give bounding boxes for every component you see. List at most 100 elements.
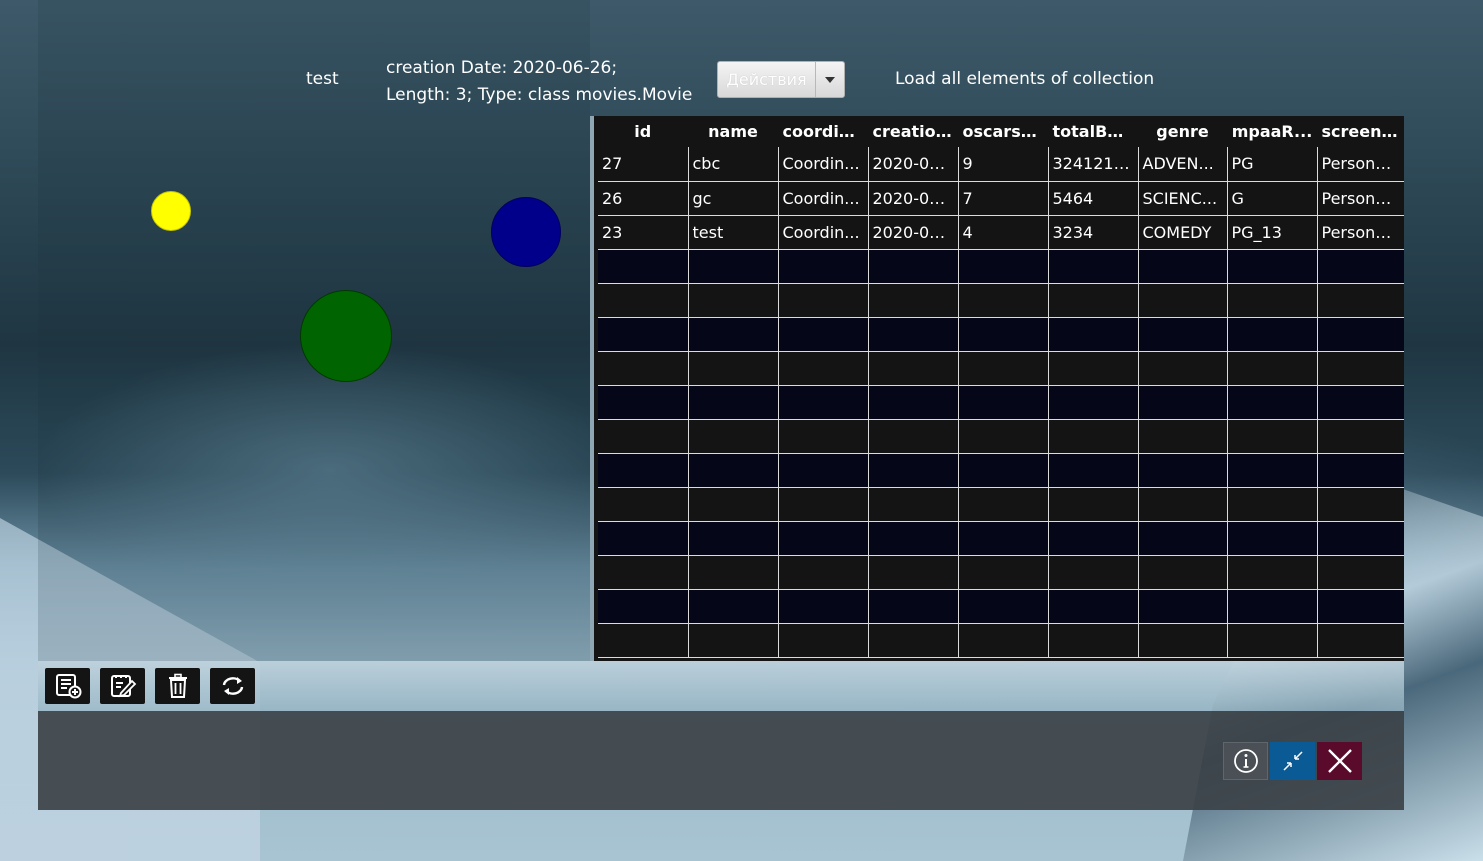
- empty-table-cell: [1138, 419, 1228, 454]
- empty-table-cell: [778, 589, 869, 624]
- close-button[interactable]: [1317, 742, 1362, 780]
- actions-dropdown[interactable]: Действия: [717, 61, 845, 98]
- empty-table-cell: [778, 623, 869, 658]
- empty-table-cell: [1227, 589, 1318, 624]
- column-header-coordinates[interactable]: coordin...: [778, 116, 869, 147]
- load-all-elements-link[interactable]: Load all elements of collection: [895, 69, 1154, 89]
- table-row[interactable]: 23 test Coordin... 2020-06... 4 3234 COM…: [598, 215, 1404, 250]
- column-header-name[interactable]: name: [688, 116, 779, 147]
- empty-table-row: [598, 521, 1404, 556]
- table-cell: 9: [958, 147, 1049, 182]
- table-row[interactable]: 26 gc Coordin... 2020-06... 7 5464 SCIEN…: [598, 181, 1404, 216]
- empty-table-cell: [1138, 555, 1228, 590]
- empty-table-cell: [598, 351, 689, 386]
- empty-table-cell: [868, 589, 959, 624]
- info-button[interactable]: [1223, 742, 1268, 780]
- column-header-screenwriter[interactable]: screen...: [1317, 116, 1404, 147]
- table-cell: ADVEN...: [1138, 147, 1228, 182]
- empty-table-cell: [1138, 385, 1228, 420]
- empty-table-cell: [598, 521, 689, 556]
- empty-table-cell: [1227, 419, 1318, 454]
- empty-table-row: [598, 589, 1404, 624]
- empty-table-cell: [1317, 283, 1404, 318]
- empty-table-cell: [778, 521, 869, 556]
- empty-table-cell: [868, 521, 959, 556]
- empty-table-cell: [1227, 351, 1318, 386]
- empty-table-cell: [868, 555, 959, 590]
- empty-table-cell: [598, 487, 689, 522]
- empty-table-cell: [958, 283, 1049, 318]
- chevron-down-icon: [825, 76, 835, 83]
- empty-table-cell: [868, 453, 959, 488]
- column-header-mpaa-rating[interactable]: mpaaR...: [1227, 116, 1318, 147]
- empty-table-cell: [958, 249, 1049, 284]
- empty-table-cell: [688, 317, 779, 352]
- column-header-total-box-office[interactable]: totalBo...: [1048, 116, 1139, 147]
- empty-table-cell: [1048, 317, 1139, 352]
- green-circle[interactable]: [300, 290, 392, 382]
- actions-dropdown-arrow[interactable]: [815, 62, 844, 97]
- empty-table-cell: [1227, 283, 1318, 318]
- empty-table-row: [598, 487, 1404, 522]
- empty-table-cell: [1048, 487, 1139, 522]
- column-header-oscars-count[interactable]: oscarsC...: [958, 116, 1049, 147]
- edit-element-button[interactable]: [100, 668, 145, 704]
- yellow-circle[interactable]: [151, 191, 191, 231]
- empty-table-cell: [958, 453, 1049, 488]
- empty-table-cell: [688, 623, 779, 658]
- empty-table-cell: [868, 317, 959, 352]
- table-cell: gc: [688, 181, 779, 216]
- empty-table-cell: [778, 487, 869, 522]
- empty-table-cell: [688, 453, 779, 488]
- table-row[interactable]: 27 cbc Coordin... 2020-06... 9 3241212..…: [598, 147, 1404, 182]
- table-cell: COMEDY: [1138, 215, 1228, 250]
- empty-table-cell: [1138, 317, 1228, 352]
- table-cell: 2020-06...: [868, 215, 959, 250]
- table-cell: cbc: [688, 147, 779, 182]
- table-cell: 3241212...: [1048, 147, 1139, 182]
- add-element-button[interactable]: [45, 668, 90, 704]
- edit-note-icon: [110, 675, 136, 698]
- empty-table-cell: [598, 283, 689, 318]
- empty-table-cell: [598, 249, 689, 284]
- table-cell: Coordin...: [778, 147, 869, 182]
- blue-circle[interactable]: [491, 197, 561, 267]
- column-header-genre[interactable]: genre: [1138, 116, 1228, 147]
- empty-table-cell: [778, 419, 869, 454]
- empty-table-cell: [598, 589, 689, 624]
- delete-element-button[interactable]: [155, 668, 200, 704]
- empty-table-cell: [1227, 385, 1318, 420]
- table-cell: 3234: [1048, 215, 1139, 250]
- empty-table-cell: [1317, 385, 1404, 420]
- empty-table-cell: [1048, 249, 1139, 284]
- empty-table-row: [598, 385, 1404, 420]
- minimize-button[interactable]: [1270, 742, 1315, 780]
- column-header-creation-date[interactable]: creatio...: [868, 116, 959, 147]
- empty-table-cell: [598, 419, 689, 454]
- empty-table-cell: [1048, 385, 1139, 420]
- empty-table-cell: [1317, 487, 1404, 522]
- empty-table-cell: [778, 555, 869, 590]
- refresh-button[interactable]: [210, 668, 255, 704]
- empty-table-cell: [1317, 351, 1404, 386]
- empty-table-row: [598, 623, 1404, 658]
- empty-table-cell: [598, 623, 689, 658]
- table-cell: Coordin...: [778, 215, 869, 250]
- empty-table-cell: [1048, 555, 1139, 590]
- empty-table-row: [598, 419, 1404, 454]
- empty-table-cell: [1227, 317, 1318, 352]
- collection-info-line2: Length: 3; Type: class movies.Movie: [386, 85, 693, 105]
- collection-info-line1: creation Date: 2020-06-26;: [386, 58, 618, 78]
- empty-table-cell: [778, 385, 869, 420]
- empty-table-row: [598, 555, 1404, 590]
- empty-table-cell: [868, 487, 959, 522]
- empty-table-cell: [958, 487, 1049, 522]
- empty-table-cell: [688, 351, 779, 386]
- collection-table[interactable]: id name coordin... creatio... oscarsC...…: [590, 116, 1404, 661]
- empty-table-cell: [958, 351, 1049, 386]
- column-header-id[interactable]: id: [598, 116, 689, 147]
- collection-table-grid: id name coordin... creatio... oscarsC...…: [598, 116, 1404, 658]
- empty-table-cell: [778, 453, 869, 488]
- empty-table-cell: [1317, 249, 1404, 284]
- empty-table-cell: [688, 249, 779, 284]
